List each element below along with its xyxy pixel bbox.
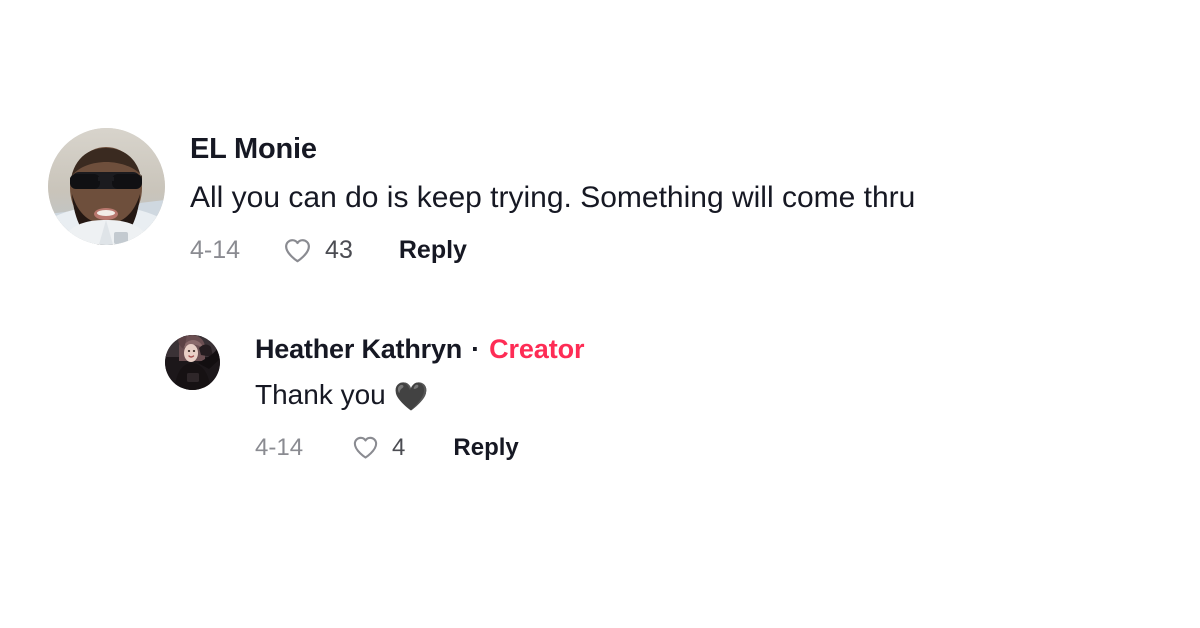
reply-author-name[interactable]: Heather Kathryn — [255, 334, 462, 365]
heart-icon[interactable] — [351, 433, 380, 462]
comment-text: All you can do is keep trying. Something… — [190, 180, 916, 214]
reply-date: 4-14 — [255, 433, 304, 461]
separator-dot: · — [471, 334, 481, 364]
comment-item: EL Monie All you can do is keep trying. … — [48, 128, 915, 266]
comment-author-name[interactable]: EL Monie — [190, 133, 317, 166]
black-heart-emoji-icon: 🖤 — [393, 380, 429, 412]
like-count: 4 — [392, 433, 406, 461]
like-count: 43 — [325, 236, 353, 265]
reply-button[interactable]: Reply — [453, 435, 518, 460]
comment-thread: EL Monie All you can do is keep trying. … — [0, 0, 1200, 628]
comment-body: EL Monie All you can do is keep trying. … — [190, 128, 915, 266]
avatar[interactable] — [48, 128, 165, 245]
author-row: EL Monie — [190, 133, 915, 166]
comment-meta-row: 4-14 43 Reply — [190, 235, 915, 266]
author-row: Heather Kathryn · Creator — [255, 334, 585, 365]
comment-date: 4-14 — [190, 236, 241, 265]
reply-button[interactable]: Reply — [399, 238, 467, 263]
reply-meta-row: 4-14 4 Reply — [255, 433, 584, 462]
reply-text: Thank you 🖤 — [255, 376, 584, 416]
like-button[interactable]: 4 — [351, 433, 405, 462]
creator-badge: Creator — [489, 334, 585, 364]
like-button[interactable]: 43 — [282, 235, 353, 266]
reply-text-content: Thank you — [255, 378, 394, 410]
avatar[interactable] — [165, 335, 220, 390]
reply-body: Heather Kathryn · Creator Thank you 🖤 4-… — [255, 334, 585, 462]
reply-item: Heather Kathryn · Creator Thank you 🖤 4-… — [165, 334, 585, 462]
heart-icon[interactable] — [282, 235, 313, 266]
